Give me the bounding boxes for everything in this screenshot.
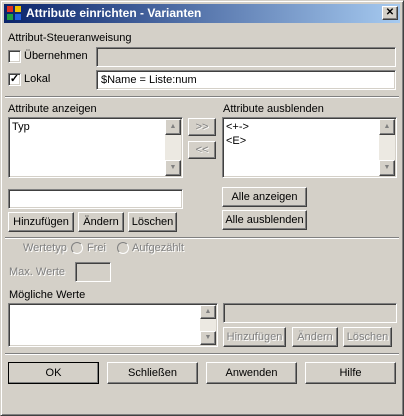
anzeigen-list[interactable]: Typ ▲ ▼	[8, 117, 183, 178]
anzeigen-edit-button[interactable]: Ändern	[78, 212, 124, 232]
dialog-window: Attribute einrichten - Varianten ✕ Attri…	[0, 0, 404, 416]
werte-input[interactable]	[223, 303, 397, 323]
separator	[5, 96, 399, 98]
lokal-input-value: $Name = Liste:num	[101, 74, 197, 86]
possible-values-label: Mögliche Werte	[9, 289, 86, 301]
scroll-down-icon[interactable]: ▼	[379, 160, 395, 176]
window-title: Attribute einrichten - Varianten	[26, 6, 202, 20]
lokal-checkbox[interactable]: ✓	[8, 73, 21, 86]
aufgezaehlt-radio[interactable]	[117, 242, 129, 254]
close-button[interactable]: Schließen	[107, 362, 198, 384]
move-left-button[interactable]: <<	[188, 141, 216, 159]
ausblenden-list[interactable]: <+-> <E> ▲ ▼	[222, 117, 397, 178]
scroll-up-icon[interactable]: ▲	[165, 119, 181, 135]
scroll-down-icon[interactable]: ▼	[165, 160, 181, 176]
wertetyp-label: Wertetyp	[23, 242, 67, 254]
anzeigen-input[interactable]	[8, 189, 183, 209]
max-werte-label: Max. Werte	[9, 266, 66, 278]
title-bar[interactable]: Attribute einrichten - Varianten ✕	[4, 4, 400, 23]
steuer-group-label: Attribut-Steueranweisung	[8, 32, 132, 44]
scroll-down-icon[interactable]: ▼	[200, 331, 216, 345]
anzeigen-label: Attribute anzeigen	[8, 103, 97, 115]
separator	[5, 353, 399, 355]
possible-values-scrollbar[interactable]: ▲ ▼	[200, 305, 216, 345]
max-werte-input[interactable]	[75, 262, 111, 282]
ausblenden-label: Attribute ausblenden	[223, 103, 324, 115]
lokal-label[interactable]: Lokal	[24, 73, 50, 85]
list-item[interactable]: <+->	[226, 121, 249, 133]
ok-button[interactable]: OK	[8, 362, 99, 384]
scroll-up-icon[interactable]: ▲	[379, 119, 395, 135]
hide-all-button[interactable]: Alle ausblenden	[222, 210, 307, 230]
ausblenden-scrollbar[interactable]: ▲ ▼	[379, 119, 395, 176]
lokal-input[interactable]: $Name = Liste:num	[96, 70, 396, 90]
separator	[5, 237, 399, 239]
uebernehmen-checkbox[interactable]	[8, 50, 21, 63]
show-all-button[interactable]: Alle anzeigen	[222, 187, 307, 207]
check-icon: ✓	[9, 73, 20, 85]
uebernehmen-label[interactable]: Übernehmen	[24, 50, 88, 62]
uebernehmen-field	[96, 47, 396, 67]
possible-values-list[interactable]: ▲ ▼	[8, 303, 218, 347]
list-item[interactable]: <E>	[226, 135, 246, 147]
werte-delete-button[interactable]: Löschen	[343, 327, 392, 347]
anzeigen-add-button[interactable]: Hinzufügen	[8, 212, 74, 232]
werte-add-button[interactable]: Hinzufügen	[223, 327, 286, 347]
aufgezaehlt-label: Aufgezählt	[132, 242, 184, 254]
list-item[interactable]: Typ	[12, 121, 30, 133]
app-icon	[7, 6, 21, 20]
scroll-up-icon[interactable]: ▲	[200, 305, 216, 319]
apply-button[interactable]: Anwenden	[206, 362, 297, 384]
move-right-button[interactable]: >>	[188, 118, 216, 136]
frei-radio[interactable]	[71, 242, 83, 254]
anzeigen-delete-button[interactable]: Löschen	[128, 212, 177, 232]
close-icon[interactable]: ✕	[382, 6, 398, 20]
frei-label: Frei	[87, 242, 106, 254]
help-button[interactable]: Hilfe	[305, 362, 396, 384]
werte-edit-button[interactable]: Ändern	[292, 327, 338, 347]
anzeigen-scrollbar[interactable]: ▲ ▼	[165, 119, 181, 176]
